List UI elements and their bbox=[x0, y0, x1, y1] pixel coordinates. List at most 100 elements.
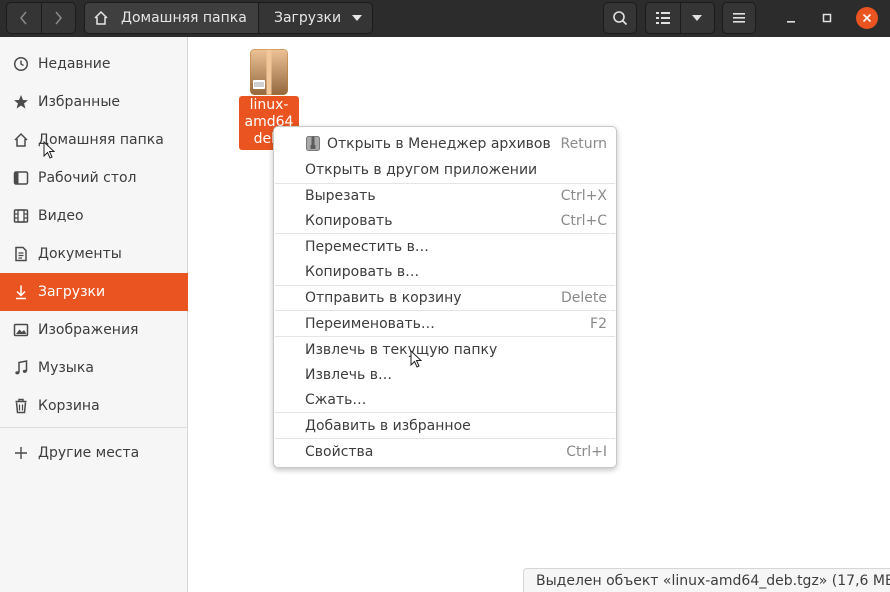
menu-item-move-to[interactable]: Переместить в… bbox=[274, 234, 616, 259]
menu-item-label: Извлечь в… bbox=[305, 366, 392, 383]
desktop-icon bbox=[12, 169, 30, 187]
menu-item-label: Открыть в Менеджер архивов bbox=[327, 135, 551, 152]
home-icon bbox=[12, 131, 30, 149]
forward-button[interactable] bbox=[40, 3, 76, 33]
menu-item-open-archive-manager[interactable]: Открыть в Менеджер архивов Return bbox=[274, 131, 616, 156]
breadcrumb-label: Домашняя папка bbox=[121, 10, 247, 26]
sidebar-item-starred[interactable]: Избранные bbox=[0, 83, 188, 121]
view-options-button[interactable] bbox=[679, 3, 715, 33]
menu-item-label: Вырезать bbox=[305, 187, 376, 204]
sidebar-item-documents[interactable]: Документы bbox=[0, 235, 188, 273]
menu-item-move-to-trash[interactable]: Отправить в корзину Delete bbox=[274, 285, 616, 310]
video-icon bbox=[12, 207, 30, 225]
home-icon bbox=[94, 10, 108, 25]
plus-icon bbox=[12, 444, 30, 462]
menu-item-label: Копировать в… bbox=[305, 263, 420, 280]
menu-item-add-to-starred[interactable]: Добавить в избранное bbox=[274, 413, 616, 438]
sidebar-item-recent[interactable]: Недавние bbox=[0, 45, 188, 83]
menu-item-label: Переименовать… bbox=[305, 315, 435, 332]
search-button[interactable] bbox=[603, 2, 637, 34]
chevron-down-icon bbox=[352, 15, 362, 21]
maximize-button[interactable] bbox=[816, 7, 838, 29]
sidebar-item-label: Изображения bbox=[38, 322, 139, 338]
sidebar-item-downloads[interactable]: Загрузки bbox=[0, 273, 188, 311]
menu-item-label: Копировать bbox=[305, 212, 393, 229]
sidebar-item-trash[interactable]: Корзина bbox=[0, 387, 188, 425]
sidebar-item-label: Корзина bbox=[38, 398, 100, 414]
menu-item-accel: Delete bbox=[561, 289, 607, 306]
sidebar-item-desktop[interactable]: Рабочий стол bbox=[0, 159, 188, 197]
hamburger-icon bbox=[733, 13, 745, 23]
navigation-buttons bbox=[6, 2, 76, 34]
chevron-down-icon bbox=[692, 15, 703, 21]
sidebar: Недавние Избранные Домашняя папка Рабочи… bbox=[0, 37, 188, 592]
sidebar-item-label: Домашняя папка bbox=[38, 132, 164, 148]
menu-item-accel: Ctrl+I bbox=[566, 443, 607, 460]
menu-item-label: Сжать… bbox=[305, 391, 367, 408]
menu-item-accel: Ctrl+X bbox=[560, 187, 607, 204]
breadcrumb-downloads[interactable]: Загрузки bbox=[259, 3, 372, 33]
sidebar-item-label: Музыка bbox=[38, 360, 94, 376]
clock-icon bbox=[12, 55, 30, 73]
menu-item-accel: Return bbox=[560, 135, 607, 152]
list-view-icon bbox=[655, 12, 670, 24]
menu-item-extract-here[interactable]: Извлечь в текущую папку bbox=[274, 337, 616, 362]
breadcrumb-home[interactable]: Домашняя папка bbox=[85, 3, 259, 33]
sidebar-item-label: Недавние bbox=[38, 56, 111, 72]
archive-manager-icon bbox=[306, 136, 320, 151]
sidebar-separator bbox=[0, 427, 188, 428]
chevron-right-icon bbox=[55, 11, 63, 25]
sidebar-item-music[interactable]: Музыка bbox=[0, 349, 188, 387]
music-icon bbox=[12, 359, 30, 377]
menu-item-rename[interactable]: Переименовать… F2 bbox=[274, 311, 616, 336]
mouse-cursor-icon bbox=[43, 141, 55, 159]
sidebar-item-label: Рабочий стол bbox=[38, 170, 137, 186]
sidebar-item-pictures[interactable]: Изображения bbox=[0, 311, 188, 349]
menu-item-extract-to[interactable]: Извлечь в… bbox=[274, 362, 616, 387]
context-menu: Открыть в Менеджер архивов Return Открыт… bbox=[273, 126, 617, 468]
maximize-icon bbox=[822, 13, 832, 23]
menu-item-label: Свойства bbox=[305, 443, 374, 460]
sidebar-item-videos[interactable]: Видео bbox=[0, 197, 188, 235]
status-bar: Выделен объект «linux-amd64_deb.tgz» (17… bbox=[523, 568, 890, 592]
file-name-line: linux- bbox=[249, 97, 289, 113]
menu-item-compress[interactable]: Сжать… bbox=[274, 387, 616, 412]
sidebar-item-label: Другие места bbox=[38, 445, 140, 461]
back-button[interactable] bbox=[7, 3, 41, 33]
trash-icon bbox=[12, 397, 30, 415]
sidebar-item-label: Избранные bbox=[38, 94, 120, 110]
archive-icon bbox=[250, 49, 288, 95]
menu-item-properties[interactable]: Свойства Ctrl+I bbox=[274, 439, 616, 464]
sidebar-item-other-locations[interactable]: Другие места bbox=[0, 434, 188, 472]
chevron-left-icon bbox=[19, 11, 27, 25]
path-bar: Домашняя папка Загрузки bbox=[84, 2, 373, 34]
menu-item-label: Переместить в… bbox=[305, 238, 429, 255]
menu-item-accel: Ctrl+C bbox=[560, 212, 607, 229]
download-icon bbox=[12, 283, 30, 301]
view-switcher bbox=[645, 2, 715, 34]
menu-item-cut[interactable]: Вырезать Ctrl+X bbox=[274, 183, 616, 208]
menu-item-label: Открыть в другом приложении bbox=[305, 161, 538, 178]
close-button[interactable] bbox=[856, 7, 878, 29]
header-bar: Домашняя папка Загрузки bbox=[0, 0, 890, 37]
menu-item-label: Отправить в корзину bbox=[305, 289, 462, 306]
menu-item-copy-to[interactable]: Копировать в… bbox=[274, 259, 616, 284]
main-menu-button[interactable] bbox=[722, 2, 756, 34]
sidebar-item-label: Видео bbox=[38, 208, 84, 224]
minimize-button[interactable] bbox=[780, 7, 802, 29]
sidebar-item-label: Документы bbox=[38, 246, 122, 262]
close-icon bbox=[862, 13, 872, 23]
breadcrumb-label: Загрузки bbox=[274, 10, 342, 26]
sidebar-item-home[interactable]: Домашняя папка bbox=[0, 121, 188, 159]
star-icon bbox=[12, 93, 30, 111]
menu-item-open-with[interactable]: Открыть в другом приложении bbox=[274, 157, 616, 182]
menu-item-accel: F2 bbox=[590, 315, 607, 332]
search-icon bbox=[613, 11, 628, 26]
menu-item-label: Извлечь в текущую папку bbox=[305, 341, 498, 358]
sidebar-item-label: Загрузки bbox=[38, 284, 106, 300]
image-icon bbox=[12, 321, 30, 339]
list-view-button[interactable] bbox=[646, 3, 680, 33]
mouse-cursor-icon bbox=[410, 350, 422, 368]
minimize-icon bbox=[787, 21, 795, 23]
menu-item-copy[interactable]: Копировать Ctrl+C bbox=[274, 208, 616, 233]
